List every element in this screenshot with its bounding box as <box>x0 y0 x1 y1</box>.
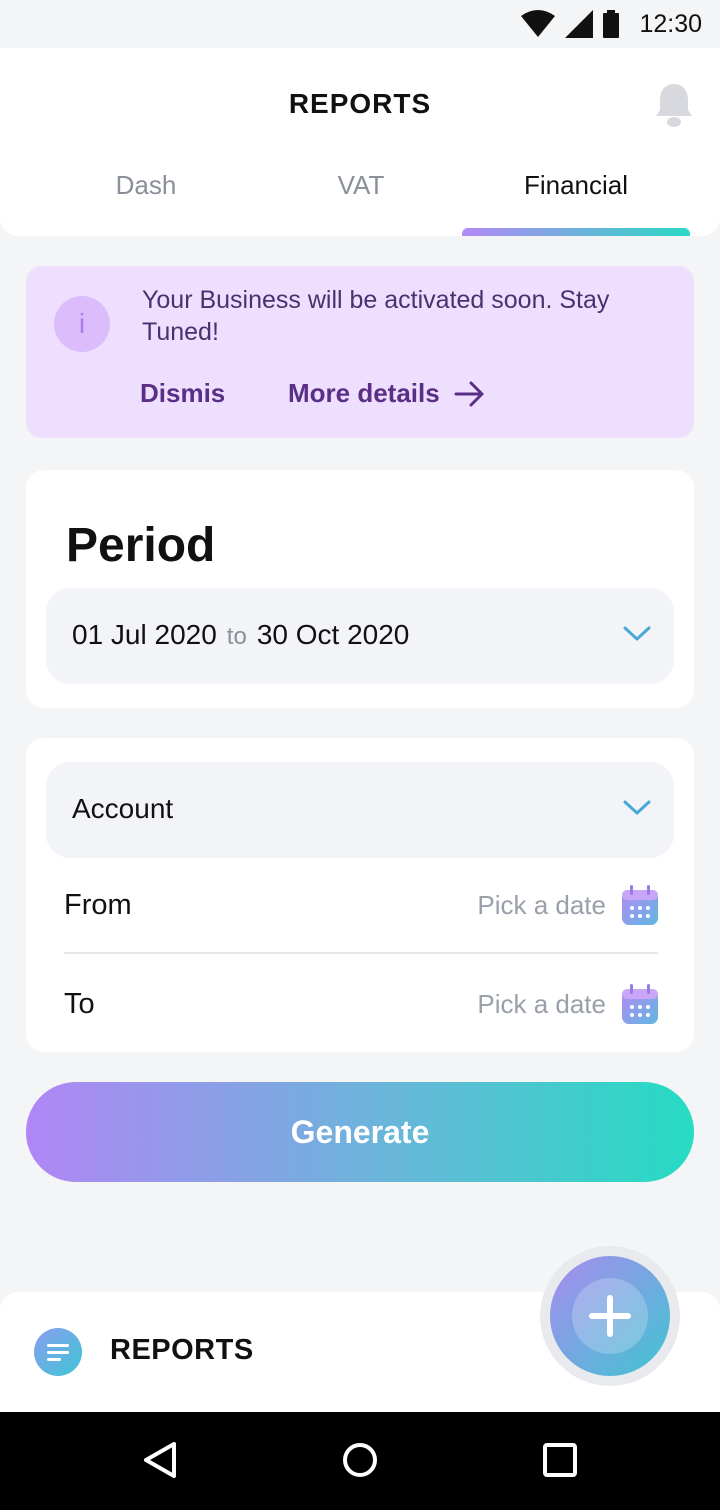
to-label: To <box>64 987 95 1020</box>
to-date-picker[interactable]: Pick a date <box>477 984 658 1024</box>
period-label: Period <box>66 519 216 572</box>
bell-icon[interactable] <box>654 82 694 128</box>
to-date-row: To Pick a date <box>64 956 658 1052</box>
recents-icon[interactable] <box>542 1440 578 1480</box>
arrow-right-icon <box>454 381 484 406</box>
from-date-placeholder: Pick a date <box>477 889 606 920</box>
tab-bar: Dash VAT Financial <box>0 170 720 236</box>
period-to-word: to <box>226 623 247 650</box>
generate-button[interactable]: Generate <box>26 1082 694 1182</box>
account-label: Account <box>72 793 174 824</box>
activation-banner: i Your Business will be activated soon. … <box>26 266 694 438</box>
period-range: 01 Jul 2020 to 30 Oct 2020 <box>72 619 409 651</box>
period-start-date: 01 Jul 2020 <box>72 619 217 650</box>
calendar-icon <box>622 885 658 925</box>
more-details-label: More details <box>288 378 440 408</box>
app-header: REPORTS Dash VAT Financial <box>0 48 720 236</box>
account-select[interactable]: Account <box>46 762 674 858</box>
signal-icon <box>565 10 594 38</box>
wifi-icon <box>521 10 556 37</box>
plus-icon <box>589 1295 631 1337</box>
to-date-placeholder: Pick a date <box>477 988 606 1019</box>
home-icon[interactable] <box>341 1440 379 1480</box>
system-nav-bar <box>0 1412 720 1510</box>
battery-icon <box>603 10 620 38</box>
menu-icon[interactable] <box>34 1328 82 1376</box>
period-card: Period 01 Jul 2020 to 30 Oct 2020 <box>26 470 694 708</box>
chevron-down-icon <box>623 800 651 815</box>
add-button[interactable] <box>550 1256 670 1376</box>
active-tab-indicator <box>462 228 690 236</box>
tab-financial[interactable]: Financial <box>461 170 691 201</box>
status-bar: 12:30 <box>0 0 720 48</box>
more-details-button[interactable]: More details <box>288 378 486 409</box>
tab-vat[interactable]: VAT <box>246 170 476 201</box>
from-date-picker[interactable]: Pick a date <box>477 885 658 925</box>
from-label: From <box>64 888 132 921</box>
back-icon[interactable] <box>142 1440 178 1480</box>
from-date-row: From Pick a date <box>64 858 658 954</box>
page-title: REPORTS <box>288 88 432 119</box>
period-select[interactable]: 01 Jul 2020 to 30 Oct 2020 <box>46 588 674 684</box>
status-time: 12:30 <box>639 9 702 38</box>
tab-dash[interactable]: Dash <box>31 170 261 201</box>
account-card: Account From Pick a date To Pick a date <box>26 738 694 1052</box>
period-end-date: 30 Oct 2020 <box>256 619 410 650</box>
dismiss-button[interactable]: Dismis <box>140 378 225 409</box>
banner-message: Your Business will be activated soon. St… <box>142 286 610 346</box>
calendar-icon <box>622 984 658 1024</box>
bottom-section-title: REPORTS <box>110 1334 254 1366</box>
chevron-down-icon <box>623 626 651 641</box>
info-icon: i <box>54 296 110 352</box>
